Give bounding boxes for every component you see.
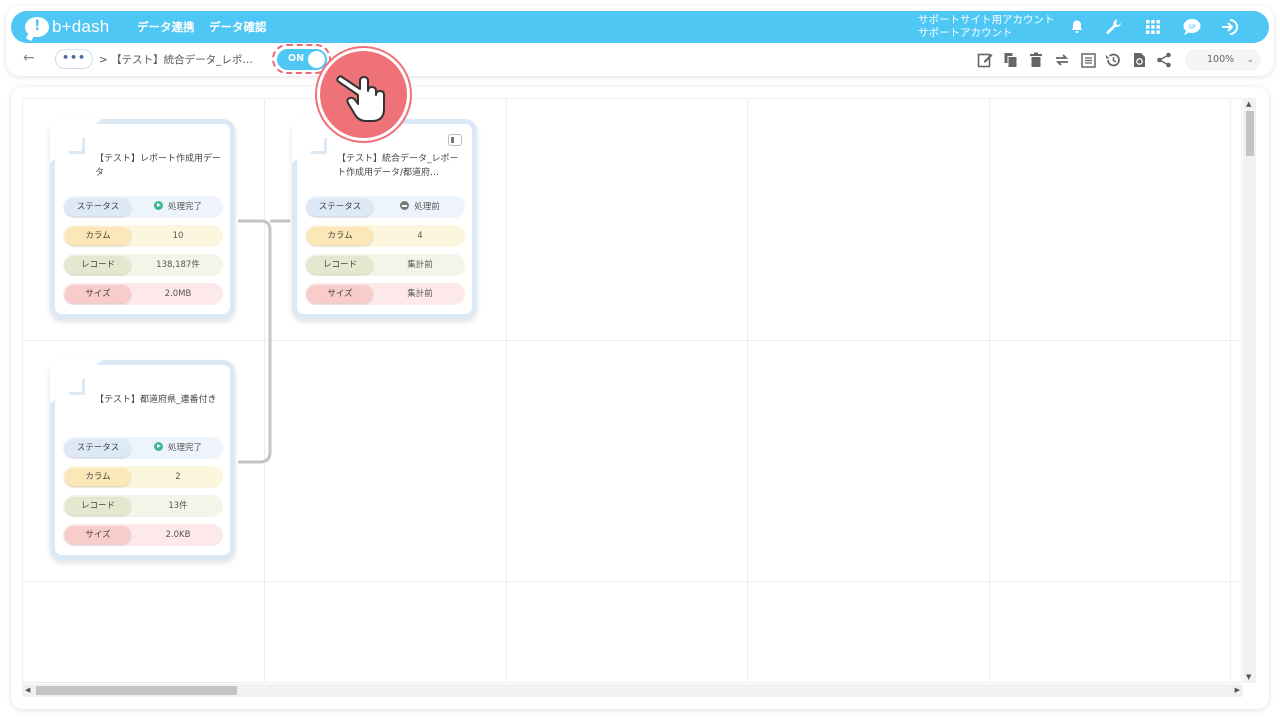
tap-hand-icon [317,48,410,141]
column-key: カラム [65,468,131,486]
size-value: 集計前 [407,289,433,299]
status-key: ステータス [307,198,373,216]
record-row: レコード 集計前 [305,254,465,276]
node-title: 【テスト】統合データ_レポート作成用データ/都道府… [337,154,459,178]
column-value: 10 [172,231,184,241]
file-fold-icon [67,379,91,403]
status-value: 処理完了 [133,196,223,218]
horizontal-scrollbar[interactable]: ◀ ▶ [22,684,1243,697]
record-row: レコード 138,187件 [63,254,223,276]
status-row: ステータス 処理完了 [63,437,223,459]
record-key: レコード [65,256,131,274]
record-value: 集計前 [407,260,433,270]
record-value: 138,187件 [156,260,200,270]
column-value: 4 [417,231,423,241]
node-card[interactable]: 【テスト】都道府県_連番付き ステータス 処理完了 カラム 2 レコード 13件… [50,360,235,560]
vertical-scrollbar[interactable]: ▲ ▼ [1243,98,1256,683]
column-row: カラム 4 [305,225,465,247]
record-row: レコード 13件 [63,495,223,517]
vertical-scroll-thumb[interactable] [1246,111,1254,156]
scroll-left-icon[interactable]: ◀ [25,686,30,694]
status-row: ステータス 処理前 [305,196,465,218]
scroll-right-icon[interactable]: ▶ [1235,686,1240,694]
size-key: サイズ [65,285,131,303]
status-value: 処理完了 [133,437,223,459]
status-text: 処理前 [414,202,440,212]
size-row: サイズ 2.0MB [63,283,223,305]
play-status-icon [153,442,163,451]
size-row: サイズ 2.0KB [63,524,223,546]
column-value: 2 [175,472,181,482]
pending-status-icon [400,201,410,210]
status-key: ステータス [65,198,131,216]
file-fold-icon [67,138,91,162]
play-status-icon [153,201,163,210]
size-key: サイズ [307,285,373,303]
column-row: カラム 10 [63,225,223,247]
size-value: 2.0KB [165,530,191,540]
size-key: サイズ [65,526,131,544]
node-card[interactable]: 【テスト】統合データ_レポート作成用データ/都道府… ステータス 処理前 カラム… [292,119,477,319]
size-value: 2.0MB [164,289,192,299]
record-value: 13件 [168,501,188,511]
record-key: レコード [307,256,373,274]
record-key: レコード [65,497,131,515]
node-toggle-icon[interactable] [448,134,462,146]
scroll-down-icon[interactable]: ▼ [1246,673,1251,681]
node-card[interactable]: 【テスト】レポート作成用データ ステータス 処理完了 カラム 10 レコード 1… [50,119,235,319]
status-value: 処理前 [375,196,465,218]
node-title: 【テスト】都道府県_連番付き [95,395,217,405]
column-row: カラム 2 [63,466,223,488]
horizontal-scroll-thumb[interactable] [36,686,237,695]
status-text: 処理完了 [167,443,202,453]
status-text: 処理完了 [167,202,202,212]
column-key: カラム [307,227,373,245]
column-key: カラム [65,227,131,245]
size-row: サイズ 集計前 [305,283,465,305]
node-title: 【テスト】レポート作成用データ [95,154,222,178]
status-key: ステータス [65,439,131,457]
file-fold-icon [309,138,333,162]
scroll-up-icon[interactable]: ▲ [1246,100,1251,108]
status-row: ステータス 処理完了 [63,196,223,218]
